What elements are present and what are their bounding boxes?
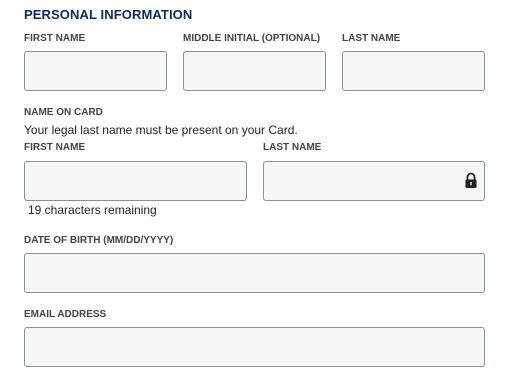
middle-initial-input[interactable] bbox=[183, 51, 326, 91]
last-name-input[interactable] bbox=[342, 51, 485, 91]
card-last-name-input bbox=[263, 161, 485, 201]
first-name-label: FIRST NAME bbox=[24, 33, 86, 44]
card-last-name-label: LAST NAME bbox=[263, 142, 322, 153]
email-address-input[interactable] bbox=[24, 327, 485, 367]
card-first-name-label: FIRST NAME bbox=[24, 142, 86, 153]
name-on-card-heading: NAME ON CARD bbox=[24, 107, 103, 118]
name-on-card-helper-text: Your legal last name must be present on … bbox=[24, 123, 298, 137]
date-of-birth-label: DATE OF BIRTH (MM/DD/YYYY) bbox=[24, 235, 174, 246]
date-of-birth-input[interactable] bbox=[24, 253, 485, 293]
section-title: PERSONAL INFORMATION bbox=[24, 7, 193, 22]
first-name-input[interactable] bbox=[24, 51, 167, 91]
email-address-label: EMAIL ADDRESS bbox=[24, 309, 107, 320]
lock-icon bbox=[464, 172, 478, 194]
last-name-label: LAST NAME bbox=[342, 33, 401, 44]
card-first-name-input[interactable] bbox=[24, 161, 247, 201]
middle-initial-label: MIDDLE INITIAL (OPTIONAL) bbox=[183, 33, 321, 44]
characters-remaining-counter: 19 characters remaining bbox=[28, 203, 157, 217]
